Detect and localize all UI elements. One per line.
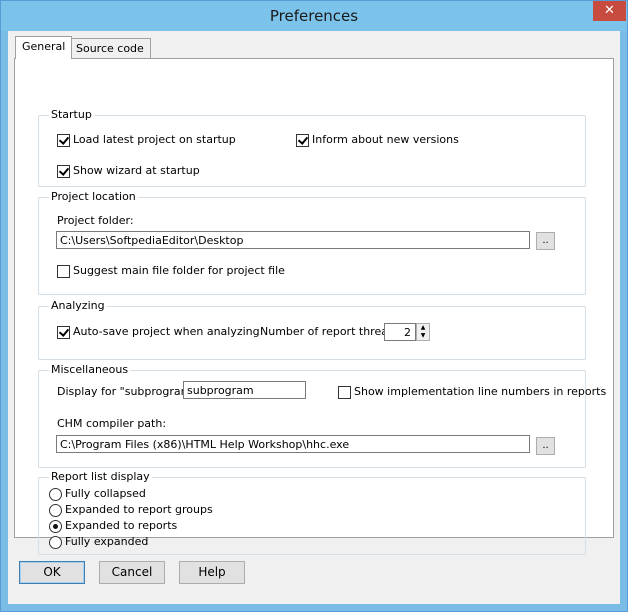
close-icon: ✕ <box>604 3 615 18</box>
preferences-window: Preferences ✕ General Source code Startu… <box>0 0 628 612</box>
spin-down-icon[interactable]: ▼ <box>417 332 429 340</box>
suggest-main-label: Suggest main file folder for project fil… <box>73 264 285 277</box>
radio-fully-expanded-label: Fully expanded <box>65 535 149 548</box>
suggest-main-checkbox[interactable] <box>57 265 70 278</box>
close-button[interactable]: ✕ <box>593 1 626 21</box>
tab-general[interactable]: General <box>15 36 73 59</box>
chm-path-label: CHM compiler path: <box>57 417 167 430</box>
radio-fully-collapsed[interactable] <box>49 488 62 501</box>
radio-expanded-reports[interactable] <box>49 520 62 533</box>
radio-expanded-groups-label: Expanded to report groups <box>65 503 213 516</box>
window-title: Preferences <box>269 7 359 25</box>
radio-fully-collapsed-label: Fully collapsed <box>65 487 146 500</box>
general-tab-page: Startup Load latest project on startup I… <box>14 58 614 555</box>
ok-button[interactable]: OK <box>19 561 85 584</box>
project-location-legend: Project location <box>49 190 138 203</box>
inform-versions-checkbox[interactable] <box>296 134 309 147</box>
spin-up-icon[interactable]: ▲ <box>417 324 429 332</box>
radio-expanded-groups[interactable] <box>49 504 62 517</box>
threads-input[interactable]: 2 <box>384 323 416 341</box>
subprogram-label: Display for "subprogram": <box>57 385 201 398</box>
startup-legend: Startup <box>49 108 94 121</box>
inform-versions-label: Inform about new versions <box>312 133 459 146</box>
project-folder-input[interactable]: C:\Users\SoftpediaEditor\Desktop <box>56 231 530 249</box>
show-line-numbers-label: Show implementation line numbers in repo… <box>354 385 607 398</box>
project-folder-label: Project folder: <box>57 214 134 227</box>
help-button[interactable]: Help <box>179 561 245 584</box>
subprogram-input[interactable]: subprogram <box>183 381 306 399</box>
threads-spinner[interactable]: ▲ ▼ <box>416 323 430 341</box>
radio-fully-expanded[interactable] <box>49 536 62 549</box>
auto-save-label: Auto-save project when analyzing <box>73 325 260 338</box>
auto-save-checkbox[interactable] <box>57 326 70 339</box>
load-latest-checkbox[interactable] <box>57 134 70 147</box>
load-latest-label: Load latest project on startup <box>73 133 236 146</box>
dialog-body: General Source code Startup Load latest … <box>8 31 620 604</box>
chm-path-browse-button[interactable]: .. <box>536 437 555 455</box>
miscellaneous-legend: Miscellaneous <box>49 363 131 376</box>
threads-label: Number of report threads: <box>260 325 405 338</box>
show-wizard-label: Show wizard at startup <box>73 164 200 177</box>
cancel-button[interactable]: Cancel <box>99 561 165 584</box>
report-list-legend: Report list display <box>49 470 152 483</box>
title-bar[interactable]: Preferences ✕ <box>1 1 627 31</box>
show-wizard-checkbox[interactable] <box>57 165 70 178</box>
radio-expanded-reports-label: Expanded to reports <box>65 519 178 532</box>
analyzing-legend: Analyzing <box>49 299 107 312</box>
tab-source-code[interactable]: Source code <box>69 38 151 59</box>
project-folder-browse-button[interactable]: .. <box>536 232 555 250</box>
show-line-numbers-checkbox[interactable] <box>338 386 351 399</box>
chm-path-input[interactable]: C:\Program Files (x86)\HTML Help Worksho… <box>56 435 530 453</box>
